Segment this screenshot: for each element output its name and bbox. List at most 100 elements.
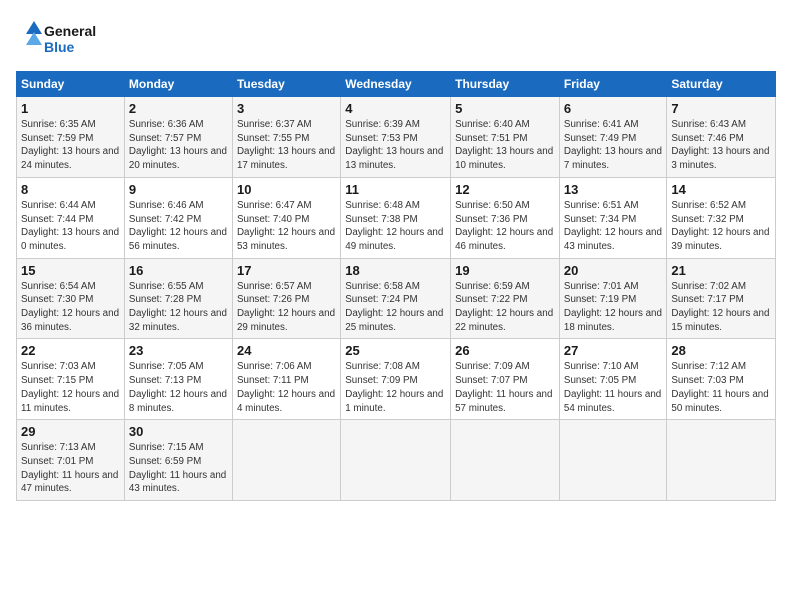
calendar-cell: 7 Sunrise: 6:43 AMSunset: 7:46 PMDayligh… bbox=[667, 97, 776, 178]
calendar-cell: 9 Sunrise: 6:46 AMSunset: 7:42 PMDayligh… bbox=[124, 177, 232, 258]
svg-text:General: General bbox=[44, 23, 96, 39]
day-info: Sunrise: 6:57 AMSunset: 7:26 PMDaylight:… bbox=[237, 280, 336, 335]
day-number: 12 bbox=[455, 182, 555, 197]
day-number: 1 bbox=[21, 101, 120, 116]
calendar-cell: 4 Sunrise: 6:39 AMSunset: 7:53 PMDayligh… bbox=[341, 97, 451, 178]
day-info: Sunrise: 6:37 AMSunset: 7:55 PMDaylight:… bbox=[237, 118, 336, 173]
calendar-cell: 13 Sunrise: 6:51 AMSunset: 7:34 PMDaylig… bbox=[559, 177, 666, 258]
header-sunday: Sunday bbox=[17, 72, 125, 97]
day-info: Sunrise: 6:54 AMSunset: 7:30 PMDaylight:… bbox=[21, 280, 120, 335]
calendar-cell bbox=[232, 420, 340, 501]
day-info: Sunrise: 6:40 AMSunset: 7:51 PMDaylight:… bbox=[455, 118, 555, 173]
day-info: Sunrise: 7:13 AMSunset: 7:01 PMDaylight:… bbox=[21, 441, 120, 496]
day-info: Sunrise: 7:01 AMSunset: 7:19 PMDaylight:… bbox=[564, 280, 662, 335]
day-number: 17 bbox=[237, 263, 336, 278]
day-info: Sunrise: 7:03 AMSunset: 7:15 PMDaylight:… bbox=[21, 360, 120, 415]
day-number: 30 bbox=[129, 424, 228, 439]
day-number: 11 bbox=[345, 182, 446, 197]
day-number: 20 bbox=[564, 263, 662, 278]
day-info: Sunrise: 6:59 AMSunset: 7:22 PMDaylight:… bbox=[455, 280, 555, 335]
day-number: 7 bbox=[671, 101, 771, 116]
day-number: 18 bbox=[345, 263, 446, 278]
calendar-cell: 10 Sunrise: 6:47 AMSunset: 7:40 PMDaylig… bbox=[232, 177, 340, 258]
header-monday: Monday bbox=[124, 72, 232, 97]
day-info: Sunrise: 7:09 AMSunset: 7:07 PMDaylight:… bbox=[455, 360, 555, 415]
day-info: Sunrise: 7:10 AMSunset: 7:05 PMDaylight:… bbox=[564, 360, 662, 415]
calendar-week-row: 1 Sunrise: 6:35 AMSunset: 7:59 PMDayligh… bbox=[17, 97, 776, 178]
calendar-cell: 17 Sunrise: 6:57 AMSunset: 7:26 PMDaylig… bbox=[232, 258, 340, 339]
day-info: Sunrise: 6:50 AMSunset: 7:36 PMDaylight:… bbox=[455, 199, 555, 254]
calendar-cell: 6 Sunrise: 6:41 AMSunset: 7:49 PMDayligh… bbox=[559, 97, 666, 178]
header-wednesday: Wednesday bbox=[341, 72, 451, 97]
day-info: Sunrise: 6:41 AMSunset: 7:49 PMDaylight:… bbox=[564, 118, 662, 173]
day-number: 5 bbox=[455, 101, 555, 116]
calendar-cell: 26 Sunrise: 7:09 AMSunset: 7:07 PMDaylig… bbox=[451, 339, 560, 420]
calendar-cell: 15 Sunrise: 6:54 AMSunset: 7:30 PMDaylig… bbox=[17, 258, 125, 339]
day-number: 15 bbox=[21, 263, 120, 278]
calendar-cell: 18 Sunrise: 6:58 AMSunset: 7:24 PMDaylig… bbox=[341, 258, 451, 339]
day-info: Sunrise: 6:43 AMSunset: 7:46 PMDaylight:… bbox=[671, 118, 771, 173]
calendar-cell bbox=[559, 420, 666, 501]
day-number: 28 bbox=[671, 343, 771, 358]
day-number: 8 bbox=[21, 182, 120, 197]
header-friday: Friday bbox=[559, 72, 666, 97]
day-number: 21 bbox=[671, 263, 771, 278]
day-info: Sunrise: 6:52 AMSunset: 7:32 PMDaylight:… bbox=[671, 199, 771, 254]
calendar-cell: 3 Sunrise: 6:37 AMSunset: 7:55 PMDayligh… bbox=[232, 97, 340, 178]
page-header: General Blue bbox=[16, 16, 776, 61]
calendar-cell: 27 Sunrise: 7:10 AMSunset: 7:05 PMDaylig… bbox=[559, 339, 666, 420]
day-number: 22 bbox=[21, 343, 120, 358]
day-number: 10 bbox=[237, 182, 336, 197]
day-info: Sunrise: 7:02 AMSunset: 7:17 PMDaylight:… bbox=[671, 280, 771, 335]
header-saturday: Saturday bbox=[667, 72, 776, 97]
day-number: 4 bbox=[345, 101, 446, 116]
day-info: Sunrise: 6:44 AMSunset: 7:44 PMDaylight:… bbox=[21, 199, 120, 254]
day-number: 6 bbox=[564, 101, 662, 116]
calendar-cell: 22 Sunrise: 7:03 AMSunset: 7:15 PMDaylig… bbox=[17, 339, 125, 420]
header-thursday: Thursday bbox=[451, 72, 560, 97]
calendar-week-row: 29 Sunrise: 7:13 AMSunset: 7:01 PMDaylig… bbox=[17, 420, 776, 501]
day-info: Sunrise: 6:47 AMSunset: 7:40 PMDaylight:… bbox=[237, 199, 336, 254]
day-info: Sunrise: 6:46 AMSunset: 7:42 PMDaylight:… bbox=[129, 199, 228, 254]
calendar-cell bbox=[341, 420, 451, 501]
calendar-header-row: SundayMondayTuesdayWednesdayThursdayFrid… bbox=[17, 72, 776, 97]
calendar-cell: 23 Sunrise: 7:05 AMSunset: 7:13 PMDaylig… bbox=[124, 339, 232, 420]
calendar-cell: 20 Sunrise: 7:01 AMSunset: 7:19 PMDaylig… bbox=[559, 258, 666, 339]
day-info: Sunrise: 7:06 AMSunset: 7:11 PMDaylight:… bbox=[237, 360, 336, 415]
day-number: 16 bbox=[129, 263, 228, 278]
calendar-cell: 25 Sunrise: 7:08 AMSunset: 7:09 PMDaylig… bbox=[341, 339, 451, 420]
day-info: Sunrise: 7:12 AMSunset: 7:03 PMDaylight:… bbox=[671, 360, 771, 415]
day-info: Sunrise: 6:51 AMSunset: 7:34 PMDaylight:… bbox=[564, 199, 662, 254]
day-number: 23 bbox=[129, 343, 228, 358]
calendar-cell bbox=[451, 420, 560, 501]
calendar-cell: 1 Sunrise: 6:35 AMSunset: 7:59 PMDayligh… bbox=[17, 97, 125, 178]
calendar-week-row: 8 Sunrise: 6:44 AMSunset: 7:44 PMDayligh… bbox=[17, 177, 776, 258]
day-number: 9 bbox=[129, 182, 228, 197]
calendar-week-row: 22 Sunrise: 7:03 AMSunset: 7:15 PMDaylig… bbox=[17, 339, 776, 420]
calendar-cell: 16 Sunrise: 6:55 AMSunset: 7:28 PMDaylig… bbox=[124, 258, 232, 339]
day-number: 2 bbox=[129, 101, 228, 116]
day-number: 25 bbox=[345, 343, 446, 358]
day-info: Sunrise: 6:58 AMSunset: 7:24 PMDaylight:… bbox=[345, 280, 446, 335]
calendar-cell: 19 Sunrise: 6:59 AMSunset: 7:22 PMDaylig… bbox=[451, 258, 560, 339]
calendar-cell: 28 Sunrise: 7:12 AMSunset: 7:03 PMDaylig… bbox=[667, 339, 776, 420]
day-info: Sunrise: 7:15 AMSunset: 6:59 PMDaylight:… bbox=[129, 441, 228, 496]
calendar-cell: 8 Sunrise: 6:44 AMSunset: 7:44 PMDayligh… bbox=[17, 177, 125, 258]
calendar-cell: 24 Sunrise: 7:06 AMSunset: 7:11 PMDaylig… bbox=[232, 339, 340, 420]
day-info: Sunrise: 6:35 AMSunset: 7:59 PMDaylight:… bbox=[21, 118, 120, 173]
header-tuesday: Tuesday bbox=[232, 72, 340, 97]
day-number: 14 bbox=[671, 182, 771, 197]
calendar-cell: 11 Sunrise: 6:48 AMSunset: 7:38 PMDaylig… bbox=[341, 177, 451, 258]
calendar-cell: 12 Sunrise: 6:50 AMSunset: 7:36 PMDaylig… bbox=[451, 177, 560, 258]
day-info: Sunrise: 6:39 AMSunset: 7:53 PMDaylight:… bbox=[345, 118, 446, 173]
calendar-cell: 29 Sunrise: 7:13 AMSunset: 7:01 PMDaylig… bbox=[17, 420, 125, 501]
calendar-cell: 30 Sunrise: 7:15 AMSunset: 6:59 PMDaylig… bbox=[124, 420, 232, 501]
day-number: 24 bbox=[237, 343, 336, 358]
calendar-cell bbox=[667, 420, 776, 501]
day-info: Sunrise: 7:05 AMSunset: 7:13 PMDaylight:… bbox=[129, 360, 228, 415]
calendar-cell: 2 Sunrise: 6:36 AMSunset: 7:57 PMDayligh… bbox=[124, 97, 232, 178]
svg-text:Blue: Blue bbox=[44, 39, 75, 55]
calendar-cell: 21 Sunrise: 7:02 AMSunset: 7:17 PMDaylig… bbox=[667, 258, 776, 339]
day-info: Sunrise: 6:55 AMSunset: 7:28 PMDaylight:… bbox=[129, 280, 228, 335]
day-number: 27 bbox=[564, 343, 662, 358]
